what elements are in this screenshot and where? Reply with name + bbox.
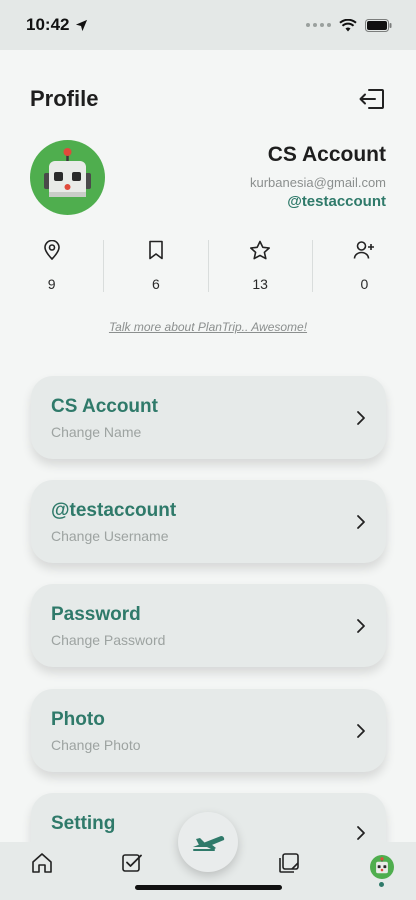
menu-title: CS Account <box>51 395 158 417</box>
chevron-right-icon <box>357 826 365 840</box>
time-text: 10:42 <box>26 15 70 34</box>
home-icon <box>32 853 52 873</box>
change-password-card[interactable]: Password Change Password <box>31 584 386 667</box>
status-bar: 10:42 <box>0 0 416 50</box>
home-indicator <box>135 885 282 890</box>
stat-value: 6 <box>151 276 160 292</box>
change-photo-card[interactable]: Photo Change Photo <box>31 689 386 772</box>
menu-title: Photo <box>51 708 105 730</box>
user-email: kurbanesia@gmail.com <box>249 175 386 190</box>
notes-icon <box>279 853 299 873</box>
menu-title: Password <box>51 603 141 625</box>
plane-icon <box>193 835 225 851</box>
bookmark-icon <box>149 240 163 260</box>
menu-subtitle: Change Photo <box>51 736 141 753</box>
menu-subtitle: Change Username <box>51 527 169 544</box>
battery-icon <box>365 18 392 32</box>
stat-value: 9 <box>47 276 56 292</box>
chevron-right-icon <box>357 723 365 738</box>
nav-checklist[interactable] <box>121 852 143 879</box>
chevron-right-icon <box>357 618 365 633</box>
page-title: Profile <box>30 86 99 111</box>
chevron-right-icon <box>357 410 365 425</box>
nav-home[interactable] <box>31 852 53 879</box>
change-username-card[interactable]: @testaccount Change Username <box>31 480 386 563</box>
stat-places[interactable]: 9 <box>0 240 105 292</box>
nav-notes[interactable] <box>278 852 300 879</box>
profile-stats: 9 6 13 0 <box>0 240 416 296</box>
tagline-link[interactable]: Talk more about PlanTrip.. Awesome! <box>0 320 416 334</box>
menu-title: @testaccount <box>51 499 177 521</box>
robot-avatar-icon <box>44 148 91 197</box>
logout-button[interactable] <box>358 87 386 111</box>
page-header: Profile <box>30 84 386 114</box>
stat-value: 0 <box>360 276 369 292</box>
chevron-right-icon <box>357 514 365 529</box>
status-time: 10:42 <box>26 15 88 35</box>
nav-profile-avatar[interactable] <box>370 855 394 879</box>
add-user-icon <box>354 241 375 259</box>
stat-value: 13 <box>252 276 268 292</box>
location-arrow-icon <box>76 19 88 31</box>
menu-subtitle: Change Password <box>51 631 166 648</box>
stat-favorites[interactable]: 13 <box>209 240 313 292</box>
change-name-card[interactable]: CS Account Change Name <box>31 376 386 459</box>
menu-title: Setting <box>51 813 116 834</box>
stat-friends[interactable]: 0 <box>313 240 416 292</box>
plan-trip-fab[interactable] <box>178 812 238 872</box>
user-name: CS Account <box>267 143 386 166</box>
checklist-icon <box>122 854 142 872</box>
star-icon <box>250 240 271 260</box>
robot-avatar-icon <box>376 857 388 874</box>
profile-avatar[interactable] <box>30 140 105 215</box>
signal-dots-icon <box>306 23 331 27</box>
menu-subtitle: Change Name <box>51 423 142 440</box>
active-tab-indicator <box>379 882 384 887</box>
user-handle: @testaccount <box>287 193 386 210</box>
logout-icon <box>359 89 384 109</box>
location-pin-icon <box>43 240 60 260</box>
status-indicators <box>306 18 392 32</box>
stat-bookmarks[interactable]: 6 <box>104 240 209 292</box>
wifi-icon <box>339 18 357 31</box>
